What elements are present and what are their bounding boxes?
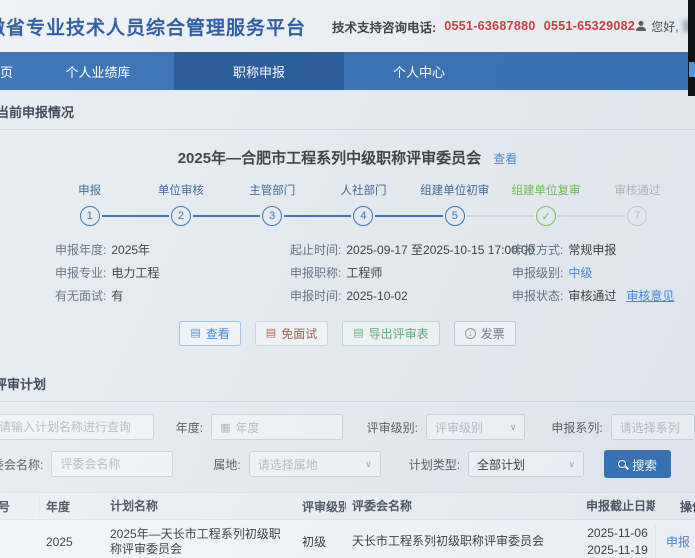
chevron-down-icon: ∨ — [365, 458, 372, 469]
application-details: 申报年度: 2025年 申报专业: 电力工程 有无面试: 有 起止时间: 2025-09… — [55, 242, 695, 304]
step-approved: 审核通过 7 — [592, 182, 683, 226]
nav-item-title-application[interactable]: 职称申报 — [174, 52, 344, 90]
detail-interview: 有无面试: 有 — [55, 289, 124, 303]
header-committee-name: 评委会名称 — [352, 498, 413, 513]
year-filter-label: 年度: — [175, 420, 204, 435]
detail-method: 申报方式: 常规申报 — [512, 243, 617, 257]
committee-title: 2025年—合肥市工程系列中级职称评审委员会 — [177, 150, 482, 167]
invoice-button[interactable]: ↓ 发票 — [453, 321, 516, 346]
detail-major: 申报专业: 电力工程 — [55, 266, 160, 280]
search-icon — [618, 460, 627, 468]
detail-year: 申报年度: 2025年 — [55, 243, 151, 257]
view-committee-link[interactable]: 查看 — [493, 152, 517, 166]
header-seq: 序号 — [0, 497, 40, 515]
cell-plan-name: 2025年—天长市工程系列初级职称评审委员会 — [110, 526, 281, 556]
download-circle-icon: ↓ — [464, 328, 476, 339]
greeting-text: 您好, — [651, 19, 679, 34]
screen-edge-notch — [689, 62, 695, 77]
year-picker[interactable]: ▦ 年度 — [211, 414, 343, 440]
review-level-filter-label: 评审级别: — [366, 420, 419, 435]
detail-title: 申报职称: 工程师 — [290, 266, 383, 280]
plan-name-search-input-box[interactable] — [0, 414, 154, 440]
filter-row-2: 委会名称: 属地: 请选择属地 ∨ 计划类型: 全部计划 ∨ 搜索 — [0, 450, 695, 478]
nav-item-performance-library[interactable]: 个人业绩库 — [22, 52, 174, 90]
detail-period: 起止时间: 2025-09-17 至2025-10-15 17:00:00 — [290, 243, 535, 257]
view-button[interactable]: ▤ 查看 — [179, 321, 241, 346]
header-review-level: 评审级别 — [302, 499, 346, 514]
chevron-down-icon: ∨ — [568, 458, 576, 469]
header-deadline: 申报截止日期 — [580, 497, 656, 515]
support-phone-label: 技术支持咨询电话: — [332, 20, 437, 35]
committee-name-filter-label: 委会名称: — [0, 457, 44, 472]
table-row: 2025 2025年—天长市工程系列初级职称评审委员会 初级 天长市工程系列初级… — [0, 520, 695, 558]
screen-edge-strip — [688, 0, 695, 96]
cell-deadline: 2025-11-06 2025-11-19 — [580, 524, 656, 558]
action-buttons: ▤ 查看 ▤ 免面试 ▤ 导出评审表 ↓ 发票 — [0, 321, 695, 346]
review-level-select[interactable]: 评审级别 ∨ — [426, 414, 526, 440]
region-filter-label: 属地: — [213, 457, 241, 472]
no-interview-button[interactable]: ▤ 免面试 — [254, 321, 329, 346]
review-plan-table: 序号 年度 计划名称 评审级别 评委会名称 申报截止日期 操作 2025 202… — [0, 492, 695, 558]
committee-title-row: 2025年—合肥市工程系列中级职称评审委员会 查看 — [0, 147, 695, 168]
step-unit-review: 单位审核 2 — [135, 182, 261, 226]
committee-name-input-box[interactable] — [51, 451, 174, 477]
user-area[interactable]: 您好, — [635, 18, 695, 35]
step-org-second-review: 组建单位复审 ✓ — [500, 182, 626, 226]
cell-year: 2025 — [46, 534, 73, 549]
header-year: 年度 — [46, 499, 71, 514]
cell-level: 初级 — [302, 535, 327, 549]
apply-link[interactable]: 申报 — [666, 535, 690, 549]
support-phone-numbers: 0551-63687880 0551-65329082 — [444, 19, 636, 33]
nav-item-personal-center[interactable]: 个人中心 — [344, 52, 494, 90]
current-application-section-title: 当前申报情况 — [0, 105, 75, 120]
header-action: 操作 — [680, 499, 695, 514]
step-org-first-review: 组建单位初审 5 — [409, 182, 535, 226]
header-plan-name: 计划名称 — [110, 498, 159, 513]
plan-type-filter-label: 计划类型: — [408, 457, 461, 472]
top-header: 徽省专业技术人员综合管理服务平台 技术支持咨询电话: 0551-63687880… — [0, 0, 695, 52]
step-apply: 申报 1 — [44, 182, 170, 226]
user-icon — [636, 20, 647, 31]
chevron-down-icon: ∨ — [509, 421, 517, 432]
document-icon: ▤ — [265, 327, 277, 339]
series-filter-label: 申报系列: — [551, 420, 603, 435]
cell-committee: 天长市工程系列初级职称评审委员会 — [352, 534, 545, 548]
region-select[interactable]: 请选择属地 ∨ — [248, 451, 381, 477]
committee-name-input[interactable] — [60, 457, 165, 471]
export-table-icon: ▤ — [353, 327, 364, 339]
search-button[interactable]: 搜索 — [604, 450, 672, 478]
detail-status: 申报状态: 审核通过 审核意见 — [512, 289, 675, 303]
site-title: 徽省专业技术人员综合管理服务平台 — [0, 17, 307, 39]
plan-type-select[interactable]: 全部计划 ∨ — [468, 451, 585, 477]
document-view-icon: ▤ — [190, 327, 201, 339]
nav-item-home[interactable]: 页 — [0, 52, 22, 90]
table-header-row: 序号 年度 计划名称 评审级别 评委会名称 申报截止日期 操作 — [0, 492, 695, 520]
plan-name-search-input[interactable] — [0, 420, 145, 434]
detail-level: 申报级别: 中级 — [512, 266, 593, 280]
export-review-form-button[interactable]: ▤ 导出评审表 — [342, 321, 440, 346]
review-opinion-link[interactable]: 审核意见 — [626, 289, 674, 303]
main-nav: 页 个人业绩库 职称申报 个人中心 — [0, 52, 695, 90]
series-select[interactable]: 请选择系列 — [610, 414, 695, 440]
divider — [0, 401, 695, 402]
step-department: 主管部门 3 — [227, 182, 352, 226]
detail-apply-time: 申报时间: 2025-10-02 — [290, 289, 408, 303]
filter-row-1: 年度: ▦ 年度 评审级别: 评审级别 ∨ 申报系列: 请选择系列 — [0, 414, 695, 440]
review-plan-section-title: 评审计划 — [0, 377, 47, 392]
calendar-icon: ▦ — [220, 421, 231, 434]
divider — [0, 129, 695, 130]
step-hr-bureau: 人社部门 4 — [318, 182, 444, 226]
application-progress-stepper: 申报 1 单位审核 2 主管部门 3 人社部门 4 组建单位初审 5 组建单位复… — [44, 182, 683, 226]
